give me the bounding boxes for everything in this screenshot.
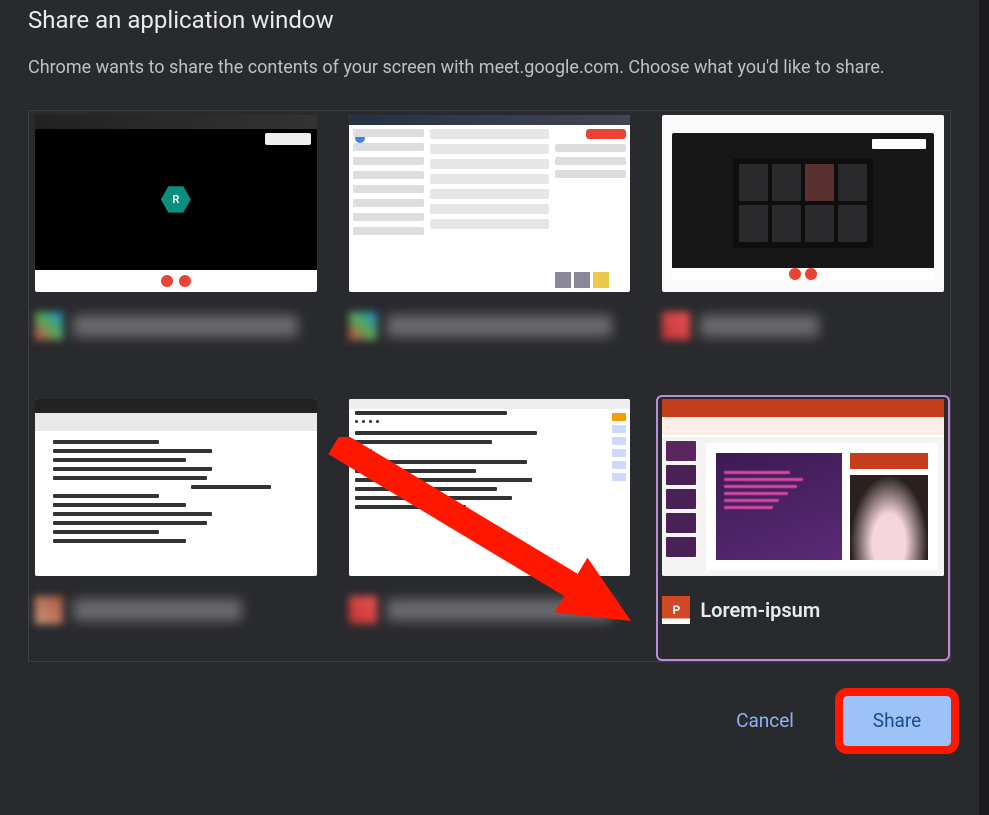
window-label bbox=[73, 599, 242, 621]
share-dialog: Share an application window Chrome wants… bbox=[0, 0, 979, 815]
window-thumbnail bbox=[662, 115, 944, 292]
app-icon bbox=[662, 312, 690, 340]
window-label bbox=[387, 599, 612, 621]
window-grid: R bbox=[28, 110, 951, 662]
window-thumbnail bbox=[35, 399, 317, 576]
dialog-footer: Cancel Share bbox=[28, 662, 951, 746]
window-thumbnail bbox=[662, 399, 944, 576]
window-thumbnail: R bbox=[35, 115, 317, 292]
window-label bbox=[73, 315, 298, 337]
share-button[interactable]: Share bbox=[843, 696, 951, 746]
window-label: Lorem-ipsum bbox=[700, 598, 820, 622]
cancel-button[interactable]: Cancel bbox=[711, 696, 819, 746]
window-thumbnail bbox=[349, 399, 631, 576]
window-tile-6[interactable]: Lorem-ipsum bbox=[658, 397, 948, 659]
window-label bbox=[387, 315, 612, 337]
app-icon bbox=[349, 312, 377, 340]
window-tile-4[interactable] bbox=[31, 397, 321, 659]
window-thumbnail bbox=[349, 115, 631, 292]
window-tile-1[interactable]: R bbox=[31, 113, 321, 375]
window-label bbox=[700, 315, 818, 337]
app-icon bbox=[35, 312, 63, 340]
powerpoint-icon bbox=[662, 596, 690, 624]
avatar-initial: R bbox=[161, 184, 191, 214]
background-strip bbox=[979, 0, 989, 815]
window-label-row bbox=[349, 590, 631, 630]
app-icon bbox=[349, 596, 377, 624]
dialog-subtitle: Chrome wants to share the contents of yo… bbox=[28, 54, 951, 110]
window-tile-2[interactable] bbox=[345, 113, 635, 375]
window-label-row bbox=[35, 306, 317, 346]
window-tile-3[interactable] bbox=[658, 113, 948, 375]
window-label-row bbox=[349, 306, 631, 346]
window-label-row bbox=[662, 306, 944, 346]
window-label-row: Lorem-ipsum bbox=[662, 590, 944, 630]
window-tile-5[interactable] bbox=[345, 397, 635, 659]
dialog-title: Share an application window bbox=[28, 0, 951, 54]
app-icon bbox=[35, 596, 63, 624]
window-label-row bbox=[35, 590, 317, 630]
